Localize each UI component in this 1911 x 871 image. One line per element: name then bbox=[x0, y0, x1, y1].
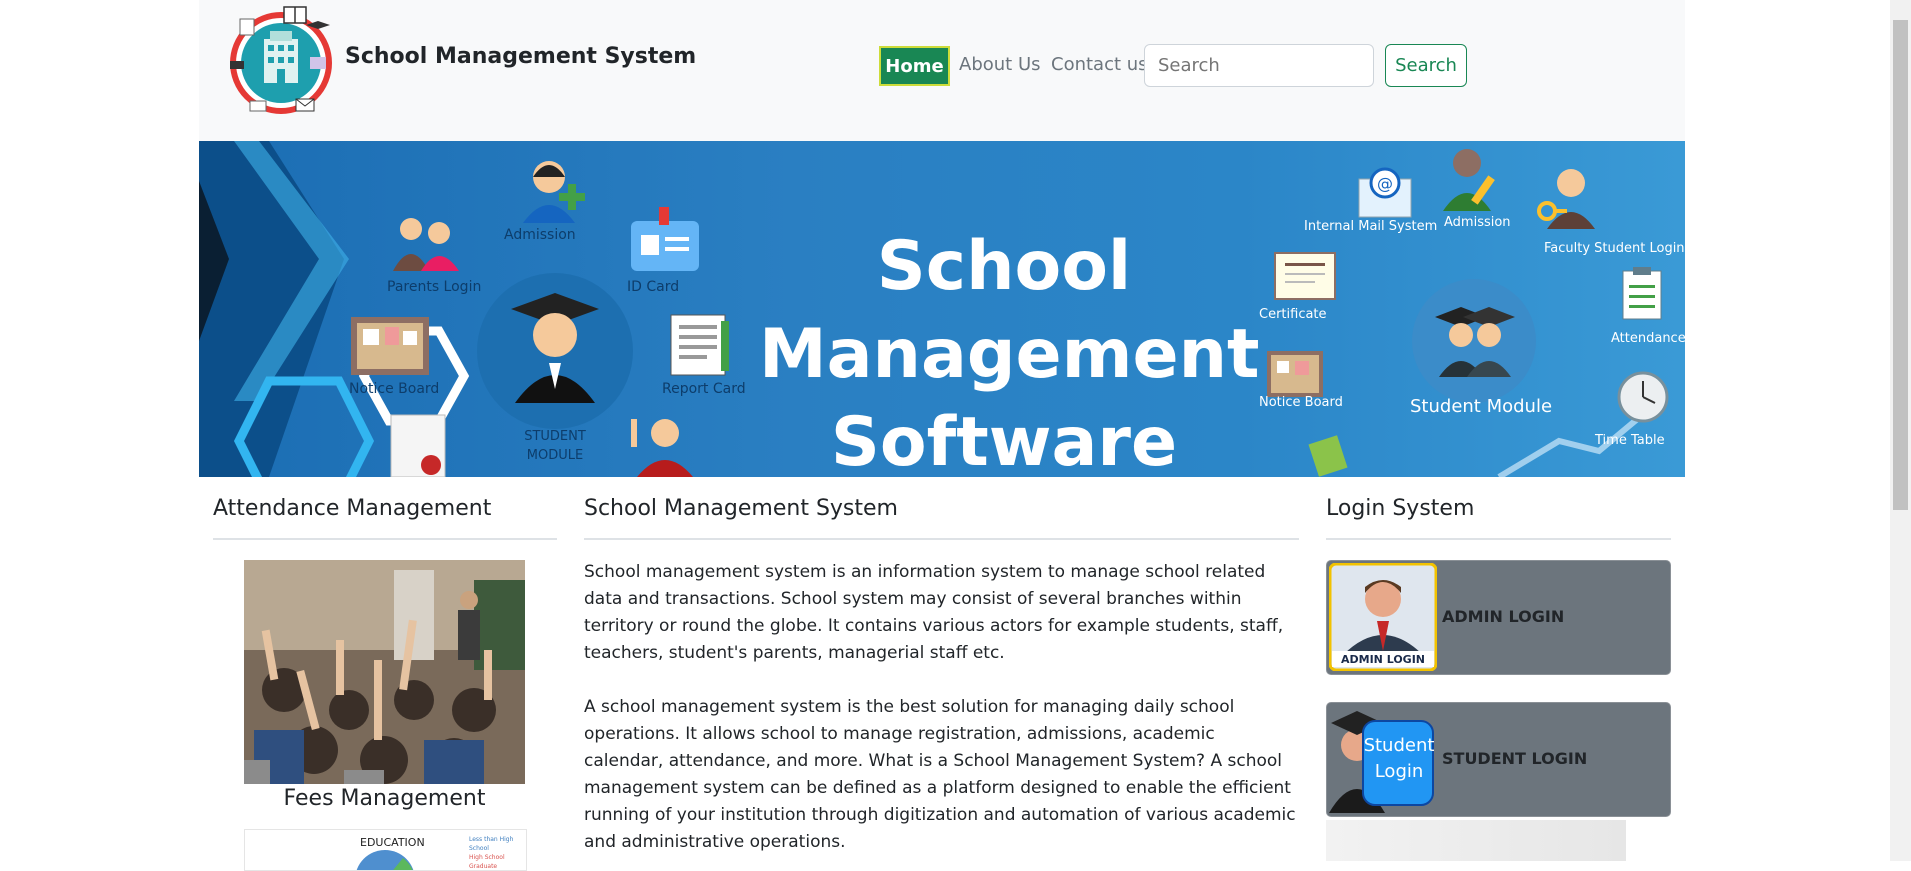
admin-login-card[interactable]: ADMIN LOGIN ADMIN LOGIN bbox=[1326, 560, 1671, 675]
navbar: School Management System Home About Us C… bbox=[199, 0, 1685, 141]
faculty-key-icon bbox=[1537, 169, 1595, 229]
parents-icon bbox=[393, 218, 459, 271]
banner-label-admission-left: Admission bbox=[504, 227, 576, 243]
description-paragraph-1: School management system is an informati… bbox=[584, 562, 1284, 663]
time-table-clock-icon bbox=[1617, 371, 1669, 423]
middle-divider bbox=[584, 538, 1299, 540]
student-badge-line-1: Student bbox=[1364, 735, 1435, 756]
hero-banner: Admission Parents Login ID Card Notice B… bbox=[199, 141, 1685, 477]
banner-label-parents-login: Parents Login bbox=[387, 279, 482, 295]
education-chart-title: EDUCATION bbox=[360, 836, 425, 849]
banner-label-faculty-login: Faculty Student Login bbox=[1544, 241, 1685, 256]
student-raising-hand-icon bbox=[631, 419, 693, 477]
admin-avatar-icon[interactable]: ADMIN LOGIN bbox=[1329, 563, 1437, 671]
fees-management-title: Fees Management bbox=[283, 786, 486, 811]
student-login-label[interactable]: STUDENT LOGIN bbox=[1442, 749, 1587, 768]
education-chart-thumbnail: EDUCATION Less than High School High Sch… bbox=[244, 829, 527, 871]
admin-badge-text: ADMIN LOGIN bbox=[1341, 653, 1425, 666]
school-logo-icon[interactable] bbox=[226, 5, 336, 115]
banner-label-admission-right: Admission bbox=[1444, 215, 1511, 230]
banner-label-notice-board-right: Notice Board bbox=[1259, 395, 1343, 410]
search-input[interactable] bbox=[1144, 44, 1374, 87]
banner-title-line-1: School bbox=[876, 227, 1132, 306]
banner-label-notice-board-left: Notice Board bbox=[349, 381, 440, 397]
admission-pencil-icon bbox=[1443, 149, 1495, 211]
left-divider bbox=[213, 538, 557, 540]
attendance-management-title: Attendance Management bbox=[213, 496, 492, 521]
partial-card-placeholder bbox=[1326, 820, 1626, 861]
nav-home-link[interactable]: Home bbox=[879, 46, 950, 86]
scrollbar-thumb[interactable] bbox=[1893, 20, 1908, 510]
banner-label-student-module-right: Student Module bbox=[1410, 396, 1553, 417]
svg-text:@: @ bbox=[1377, 174, 1393, 193]
notice-board-icon bbox=[351, 317, 429, 375]
certificate-stack-icon bbox=[390, 414, 446, 477]
nav-contact-link[interactable]: Contact us bbox=[1051, 54, 1148, 75]
banner-label-report-card: Report Card bbox=[662, 381, 746, 397]
student-graduate-icon bbox=[511, 293, 599, 403]
banner-label-student-module-left: STUDENT MODULE bbox=[524, 429, 586, 463]
school-management-system-title: School Management System bbox=[584, 496, 898, 521]
legend-item: High School Graduate bbox=[469, 854, 505, 870]
banner-label-certificate: Certificate bbox=[1259, 307, 1327, 322]
banner-title-line-2: Management bbox=[759, 315, 1260, 394]
banner-label-attendance: Attendance bbox=[1611, 331, 1685, 346]
right-divider bbox=[1326, 538, 1671, 540]
banner-label-id-card: ID Card bbox=[627, 279, 680, 295]
vertical-scrollbar[interactable] bbox=[1890, 0, 1911, 861]
report-card-icon bbox=[670, 314, 729, 376]
login-system-title: Login System bbox=[1326, 496, 1475, 521]
student-login-card[interactable]: Student Login STUDENT LOGIN bbox=[1326, 702, 1671, 817]
legend-item: Less than High School bbox=[469, 836, 514, 852]
admin-login-label[interactable]: ADMIN LOGIN bbox=[1442, 607, 1564, 626]
banner-title: School Management Software bbox=[759, 223, 1260, 477]
description-paragraph-2: A school management system is the best s… bbox=[584, 697, 1296, 852]
mail-icon: @ bbox=[1358, 167, 1412, 218]
student-badge-line-2: Login bbox=[1375, 761, 1424, 782]
banner-label-internal-mail: Internal Mail System bbox=[1304, 219, 1438, 234]
green-book-icon bbox=[1308, 435, 1348, 477]
admission-icon bbox=[523, 161, 585, 223]
id-card-icon bbox=[631, 207, 699, 271]
brand-title[interactable]: School Management System bbox=[345, 44, 696, 69]
page-container: School Management System Home About Us C… bbox=[199, 0, 1685, 871]
student-module-icon bbox=[1435, 307, 1515, 377]
banner-label-time-table: Time Table bbox=[1595, 433, 1665, 448]
notice-board-right-icon bbox=[1267, 351, 1323, 397]
attendance-clipboard-icon bbox=[1622, 267, 1662, 320]
education-chart-legend: Less than High School High School Gradua… bbox=[469, 835, 526, 870]
nav-about-link[interactable]: About Us bbox=[959, 54, 1041, 75]
search-button[interactable]: Search bbox=[1385, 44, 1467, 87]
certificate-icon bbox=[1274, 252, 1336, 300]
banner-title-line-3: Software bbox=[830, 403, 1178, 477]
student-avatar-icon[interactable]: Student Login bbox=[1329, 705, 1437, 813]
classroom-photo bbox=[244, 560, 525, 784]
